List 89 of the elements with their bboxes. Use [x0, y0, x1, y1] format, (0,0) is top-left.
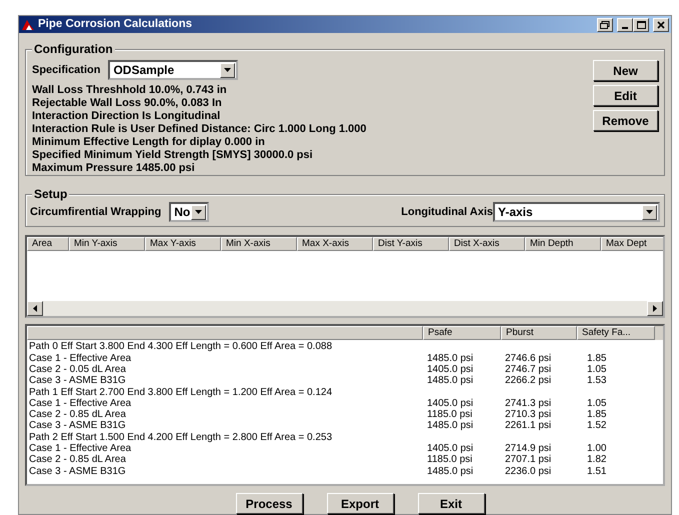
- table-cell-text: 1185.0 psi: [426, 454, 474, 466]
- footer-button[interactable]: Exit: [418, 493, 484, 514]
- close-button[interactable]: [653, 18, 669, 32]
- table-cell-text: 1.52: [586, 420, 608, 432]
- path-summary: Path 1 Eff Start 2.700 End 3.800 Eff Length = 1.200 Eff Area = 0.124: [29, 386, 332, 398]
- column-header[interactable]: Safety Fa...: [577, 326, 655, 340]
- left-arrow-icon: [33, 305, 37, 312]
- config-line: Minimum Effective Length for diplay 0.000 in: [32, 136, 266, 150]
- case-label: Case 2 - 0.05 dL Area: [29, 364, 127, 376]
- table-cell-text: 2707.1 psi: [504, 454, 552, 466]
- column-header[interactable]: Max X-axis: [297, 236, 373, 251]
- column-header[interactable]: Dist Y-axis: [373, 236, 449, 251]
- table-cell-text: 1405.0 psi: [426, 443, 474, 454]
- footer-button[interactable]: Export: [326, 493, 394, 514]
- config-line: Specified Minimum Yield Strength [SMYS] 30000.0 psi: [32, 149, 314, 162]
- config-line: Interaction Rule is User Defined Distance: Circ 1.000 Long 1.000: [32, 123, 368, 136]
- column-header[interactable]: Min Depth: [525, 236, 601, 251]
- table-cell-text: 1.85: [586, 409, 608, 420]
- column-header[interactable]: Pburst: [501, 326, 577, 340]
- table-cell-text: 1485.0 psi: [426, 352, 474, 364]
- case-label: Case 3 - ASME B31G: [29, 466, 127, 477]
- dropdown-arrow-icon: [195, 210, 202, 214]
- table-cell-text: 1485.0 psi: [426, 420, 474, 432]
- case-label: Case 1 - Effective Area: [29, 443, 132, 454]
- app-icon: [21, 18, 35, 31]
- maximize-button[interactable]: [633, 18, 649, 32]
- maximize-icon: [636, 20, 646, 29]
- column-header[interactable]: Dist X-axis: [449, 236, 525, 251]
- axis-dropdown[interactable]: Y-axis: [493, 202, 660, 222]
- column-header[interactable]: Max Dept: [601, 236, 663, 251]
- config-button[interactable]: New: [593, 60, 658, 82]
- config-line: Interaction Direction Is Longitudinal: [32, 110, 222, 124]
- wrapping-dropdown[interactable]: No: [169, 202, 210, 222]
- window-title: Pipe Corrosion Calculations: [38, 17, 192, 32]
- case-label: Case 1 - Effective Area: [29, 352, 132, 364]
- table-cell-text: 1485.0 psi: [426, 375, 474, 387]
- table-cell-text: 2236.0 psi: [504, 466, 552, 477]
- group-label: Setup: [32, 187, 70, 202]
- footer-button[interactable]: Process: [236, 493, 302, 514]
- table-cell-text: 2746.7 psi: [504, 364, 552, 376]
- column-header[interactable]: Min Y-axis: [69, 236, 145, 251]
- column-header[interactable]: Max Y-axis: [145, 236, 221, 251]
- column-header[interactable]: Min X-axis: [221, 236, 297, 251]
- table-cell-text: 2261.1 psi: [504, 420, 552, 432]
- table-cell-text: 1.82: [586, 454, 608, 466]
- config-line: Maximum Pressure 1485.00 psi: [32, 162, 196, 176]
- table-cell-text: 1.05: [586, 364, 608, 376]
- table-cell-text: 2746.6 psi: [504, 352, 552, 364]
- dropdown-arrow-icon: [224, 68, 232, 72]
- table-cell-text: 2710.3 psi: [504, 409, 552, 420]
- table-cell-text: 1.05: [586, 398, 608, 410]
- close-icon: [657, 20, 665, 29]
- table-cell-text: 1405.0 psi: [426, 398, 474, 410]
- case-label: Case 1 - Effective Area: [29, 398, 132, 410]
- group-label: Configuration: [32, 42, 115, 56]
- restore-icon: [600, 20, 610, 29]
- table-cell-text: 1405.0 psi: [426, 364, 474, 376]
- table-cell-text: 1185.0 psi: [426, 409, 474, 420]
- table-cell-text: 1.85: [586, 352, 608, 364]
- table-cell-text: 1.00: [586, 443, 608, 454]
- case-label: Case 2 - 0.85 dL Area: [29, 409, 127, 420]
- table-cell-text: 1.51: [586, 466, 608, 477]
- config-line: Rejectable Wall Loss 90.0%, 0.083 In: [32, 97, 223, 110]
- field-label: Longitudinal Axis: [401, 206, 493, 219]
- restore-button[interactable]: [597, 18, 613, 32]
- field-label: Specification: [32, 64, 100, 77]
- specification-dropdown[interactable]: ODSample: [108, 60, 238, 80]
- minimize-icon: [622, 26, 628, 29]
- config-button[interactable]: Edit: [593, 85, 658, 106]
- minimize-button[interactable]: [617, 18, 633, 32]
- case-label: Case 3 - ASME B31G: [29, 420, 127, 432]
- case-label: Case 2 - 0.85 dL Area: [29, 454, 127, 466]
- table-cell-text: 2714.9 psi: [504, 443, 552, 454]
- scroll-right-button[interactable]: [647, 301, 663, 316]
- table-cell-text: 2266.2 psi: [504, 375, 552, 387]
- path-summary: Path 2 Eff Start 1.500 End 4.200 Eff Length = 2.800 Eff Area = 0.253: [29, 432, 332, 444]
- scroll-left-button[interactable]: [27, 301, 43, 316]
- config-button[interactable]: Remove: [593, 110, 658, 132]
- column-header[interactable]: Psafe: [423, 326, 501, 340]
- right-arrow-icon: [653, 305, 657, 312]
- field-label: Circumfirential Wrapping: [30, 206, 162, 219]
- table-cell-text: 1485.0 psi: [426, 466, 474, 477]
- case-label: Case 3 - ASME B31G: [29, 375, 127, 387]
- table-cell-text: 1.53: [586, 375, 608, 387]
- column-header[interactable]: Area: [27, 236, 69, 251]
- table-cell-text: 2741.3 psi: [504, 398, 552, 410]
- dropdown-arrow-icon: [646, 210, 653, 214]
- config-line: Wall Loss Threshhold 10.0%, 0.743 in: [32, 84, 228, 98]
- path-summary: Path 0 Eff Start 3.800 End 4.300 Eff Length = 0.600 Eff Area = 0.088: [29, 341, 332, 353]
